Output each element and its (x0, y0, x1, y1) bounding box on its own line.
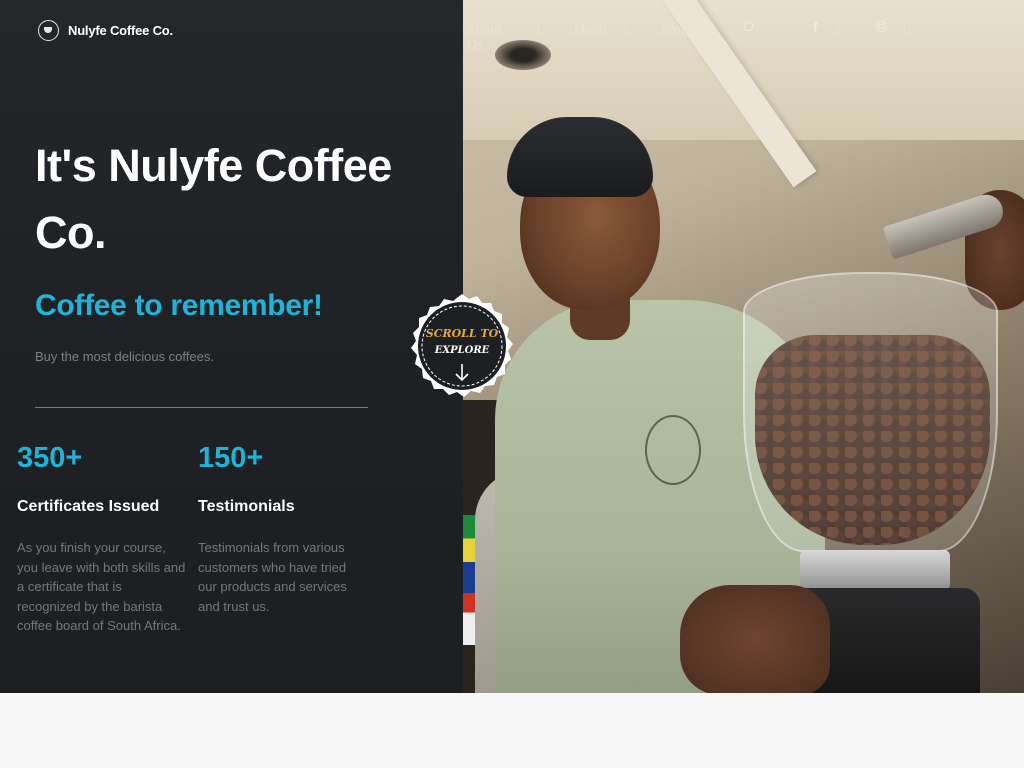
coffee-cup-logo-icon (38, 20, 59, 41)
scroll-badge-graphic: SCROLL TO EXPLORE (411, 294, 513, 397)
stat-label: Testimonials (198, 498, 295, 515)
scroll-to-explore-button[interactable]: SCROLL TO EXPLORE (408, 292, 516, 400)
nav-separator (538, 23, 539, 34)
ceiling-vent-shape (495, 40, 551, 70)
hero-title: It's Nulyfe Coffee Co. (35, 140, 392, 258)
stat-number: 350+ (17, 442, 83, 474)
stat-number: 150+ (198, 442, 264, 474)
nav-about-us[interactable]: About Us (467, 22, 501, 52)
badge-text-line2: EXPLORE (434, 345, 490, 356)
brand-link[interactable]: Nulyfe Coffee Co. (38, 20, 173, 41)
nav-blog[interactable]: Blog (662, 22, 688, 37)
grinder-collar-shape (800, 550, 950, 590)
hero-section: Nulyfe Coffee Co. About Us Menu Blog It'… (0, 0, 1024, 693)
stat-label: Certificates Issued (17, 498, 160, 515)
nav-separator (625, 23, 626, 34)
barista-photo (455, 0, 1024, 693)
brand-name: Nulyfe Coffee Co. (68, 23, 173, 38)
stat-description: As you finish your course, you leave wit… (17, 540, 186, 633)
nav-separator (705, 23, 706, 34)
nav-menu[interactable]: Menu (574, 22, 607, 37)
nav-separator (838, 23, 839, 34)
next-section (0, 693, 1024, 768)
nav-separator (904, 23, 905, 34)
whatsapp-icon[interactable] (741, 21, 755, 35)
hero-subtext: Buy the most delicious coffees. (35, 349, 214, 364)
grinder-hopper-shape (743, 272, 998, 552)
stat-certificates: 350+ Certificates Issued As you finish y… (17, 442, 187, 636)
shirt-logo-shape (645, 415, 701, 485)
facebook-icon[interactable] (808, 21, 822, 35)
hero-tagline: Coffee to remember! (35, 289, 323, 322)
stat-testimonials: 150+ Testimonials Testimonials from vari… (198, 442, 368, 616)
hero-divider (35, 407, 368, 408)
stat-description: Testimonials from various customers who … (198, 540, 347, 614)
badge-text-line1: SCROLL TO (426, 327, 499, 340)
barista-hand-shape (680, 585, 830, 693)
instagram-icon[interactable] (874, 21, 888, 35)
